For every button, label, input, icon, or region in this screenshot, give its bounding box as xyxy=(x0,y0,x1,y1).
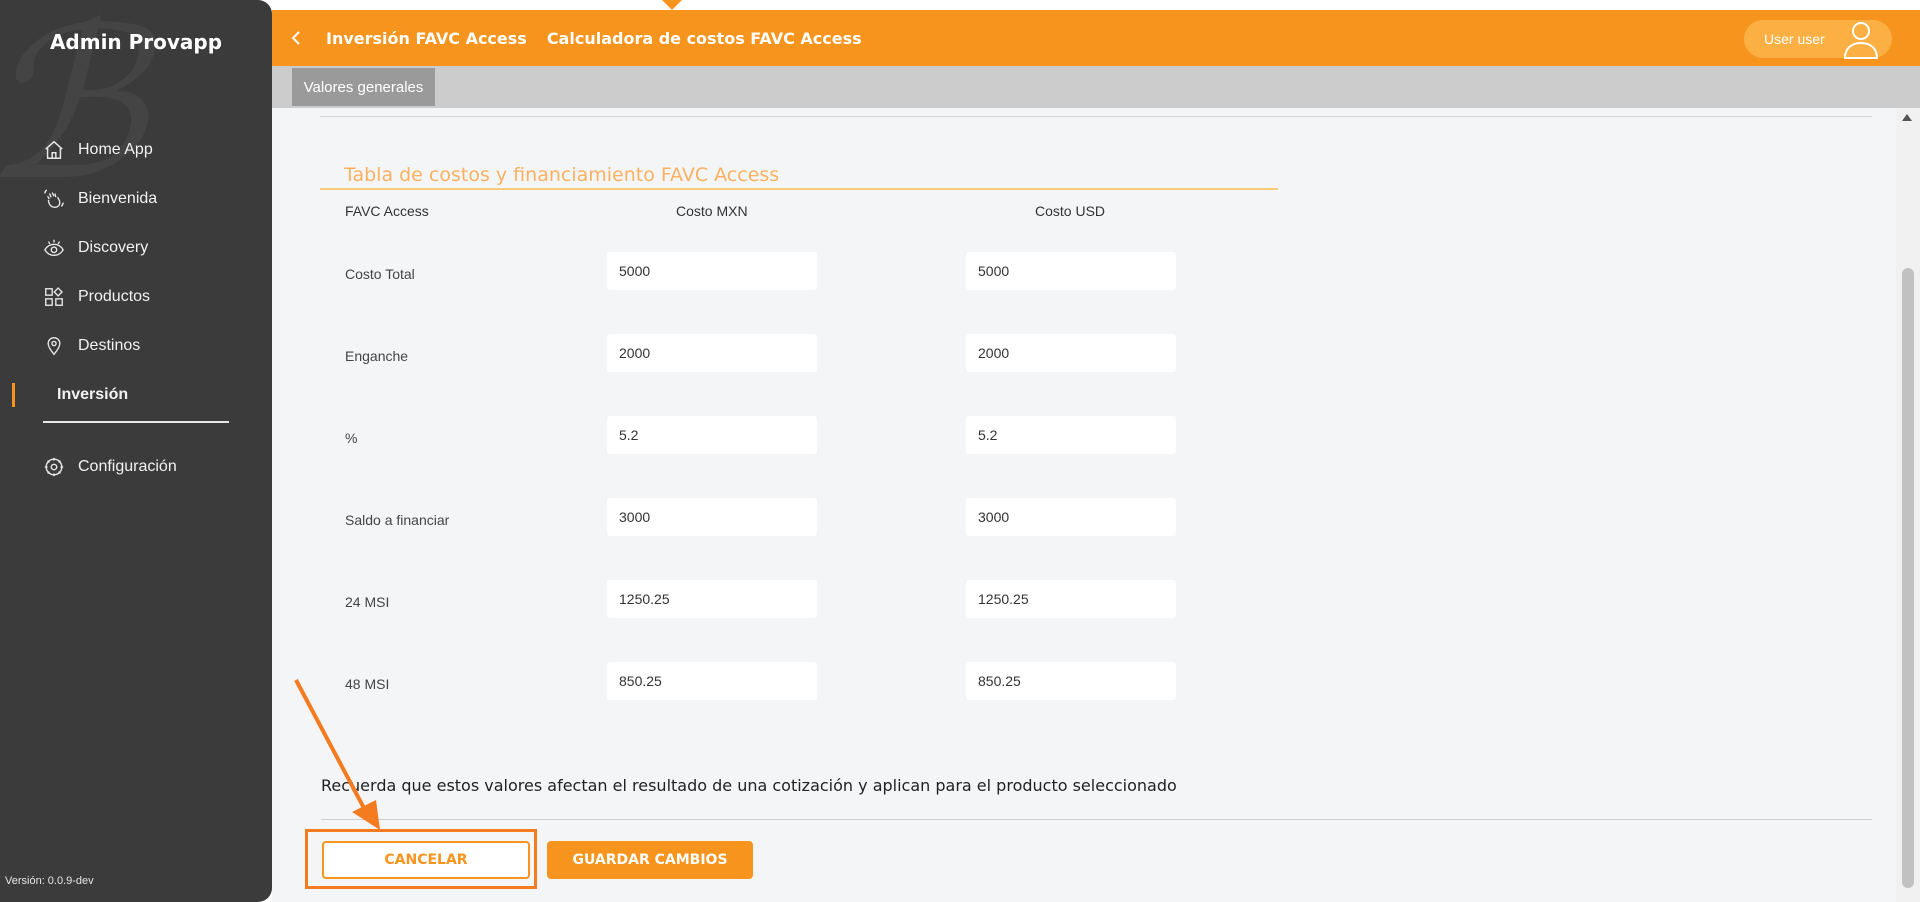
scrollbar[interactable] xyxy=(1896,108,1920,902)
sidebar-item-productos[interactable]: Productos xyxy=(0,272,272,321)
breadcrumb-parent[interactable]: Inversión FAVC Access xyxy=(326,29,527,48)
sidebar-item-label: Inversión xyxy=(57,385,129,403)
sidebar-item-bienvenida[interactable]: Bienvenida xyxy=(0,174,272,223)
tab-valores-generales[interactable]: Valores generales xyxy=(292,68,435,106)
row-label-saldo-a-financiar: Saldo a financiar xyxy=(345,512,450,528)
info-note: Recuerda que estos valores afectan el re… xyxy=(321,776,1177,795)
sidebar-item-inversion[interactable]: Inversión xyxy=(0,370,272,419)
scrollbar-thumb[interactable] xyxy=(1902,268,1914,888)
column-header-favc-access: FAVC Access xyxy=(345,203,429,219)
saldo-mxn-input[interactable] xyxy=(607,498,817,536)
sidebar-item-label: Bienvenida xyxy=(78,189,158,207)
row-label-24-msi: 24 MSI xyxy=(345,594,390,610)
sidebar-item-home-app[interactable]: Home App xyxy=(0,125,272,174)
section-title: Tabla de costos y financiamiento FAVC Ac… xyxy=(344,164,780,186)
divider xyxy=(321,819,1872,820)
msi-24-mxn-input[interactable] xyxy=(607,580,817,618)
sidebar-item-label: Discovery xyxy=(78,238,149,256)
eye-icon xyxy=(42,236,66,260)
waving-hand-icon xyxy=(42,187,66,211)
back-chevron-icon[interactable] xyxy=(286,28,306,48)
msi-48-usd-input[interactable] xyxy=(966,662,1176,700)
sidebar-item-discovery[interactable]: Discovery xyxy=(0,223,272,272)
sidebar-item-label: Destinos xyxy=(78,336,141,354)
saldo-usd-input[interactable] xyxy=(966,498,1176,536)
user-menu[interactable]: User user xyxy=(1744,20,1892,59)
enganche-usd-input[interactable] xyxy=(966,334,1176,372)
column-header-costo-mxn: Costo MXN xyxy=(676,203,748,219)
sidebar-nav: Home App Bienvenida Discovery Productos … xyxy=(0,125,272,419)
row-label-porcentaje: % xyxy=(345,430,358,446)
sidebar-item-destinos[interactable]: Destinos xyxy=(0,321,272,370)
sidebar-item-configuracion[interactable]: Configuración xyxy=(0,442,272,491)
enganche-mxn-input[interactable] xyxy=(607,334,817,372)
version-label: Versión: 0.0.9-dev xyxy=(5,875,94,887)
sidebar-item-label: Configuración xyxy=(78,457,177,475)
sidebar: ℬ Admin Provapp Home App Bienvenida Disc… xyxy=(0,0,272,902)
row-label-costo-total: Costo Total xyxy=(345,266,415,282)
app-title: Admin Provapp xyxy=(49,30,223,54)
section-underline xyxy=(320,188,1278,190)
costo-total-mxn-input[interactable] xyxy=(607,252,817,290)
divider xyxy=(320,116,1872,117)
home-icon xyxy=(42,138,66,162)
gear-icon xyxy=(42,455,66,479)
breadcrumb-current: Calculadora de costos FAVC Access xyxy=(546,28,862,48)
row-label-48-msi: 48 MSI xyxy=(345,676,390,692)
sidebar-config: Configuración xyxy=(0,442,272,491)
porcentaje-usd-input[interactable] xyxy=(966,416,1176,454)
scroll-up-arrow-icon[interactable] xyxy=(1902,114,1912,121)
msi-24-usd-input[interactable] xyxy=(966,580,1176,618)
msi-48-mxn-input[interactable] xyxy=(607,662,817,700)
topbar: Inversión FAVC Access Calculadora de cos… xyxy=(272,0,1920,66)
subtab-bar: Valores generales xyxy=(272,66,1920,108)
row-label-enganche: Enganche xyxy=(345,348,409,364)
user-avatar-icon xyxy=(1842,18,1880,65)
main-content: Tabla de costos y financiamiento FAVC Ac… xyxy=(272,108,1896,902)
costo-total-usd-input[interactable] xyxy=(966,252,1176,290)
porcentaje-mxn-input[interactable] xyxy=(607,416,817,454)
user-name: User user xyxy=(1764,31,1825,47)
sidebar-divider xyxy=(43,421,229,423)
save-changes-button[interactable]: GUARDAR CAMBIOS xyxy=(547,841,753,879)
sidebar-item-label: Home App xyxy=(78,140,153,158)
column-header-costo-usd: Costo USD xyxy=(1035,203,1106,219)
sidebar-item-label: Productos xyxy=(78,287,151,305)
location-pin-icon xyxy=(42,334,66,358)
grid-icon xyxy=(42,285,66,309)
topbar-notch xyxy=(662,0,682,10)
annotation-highlight-box xyxy=(305,829,537,889)
